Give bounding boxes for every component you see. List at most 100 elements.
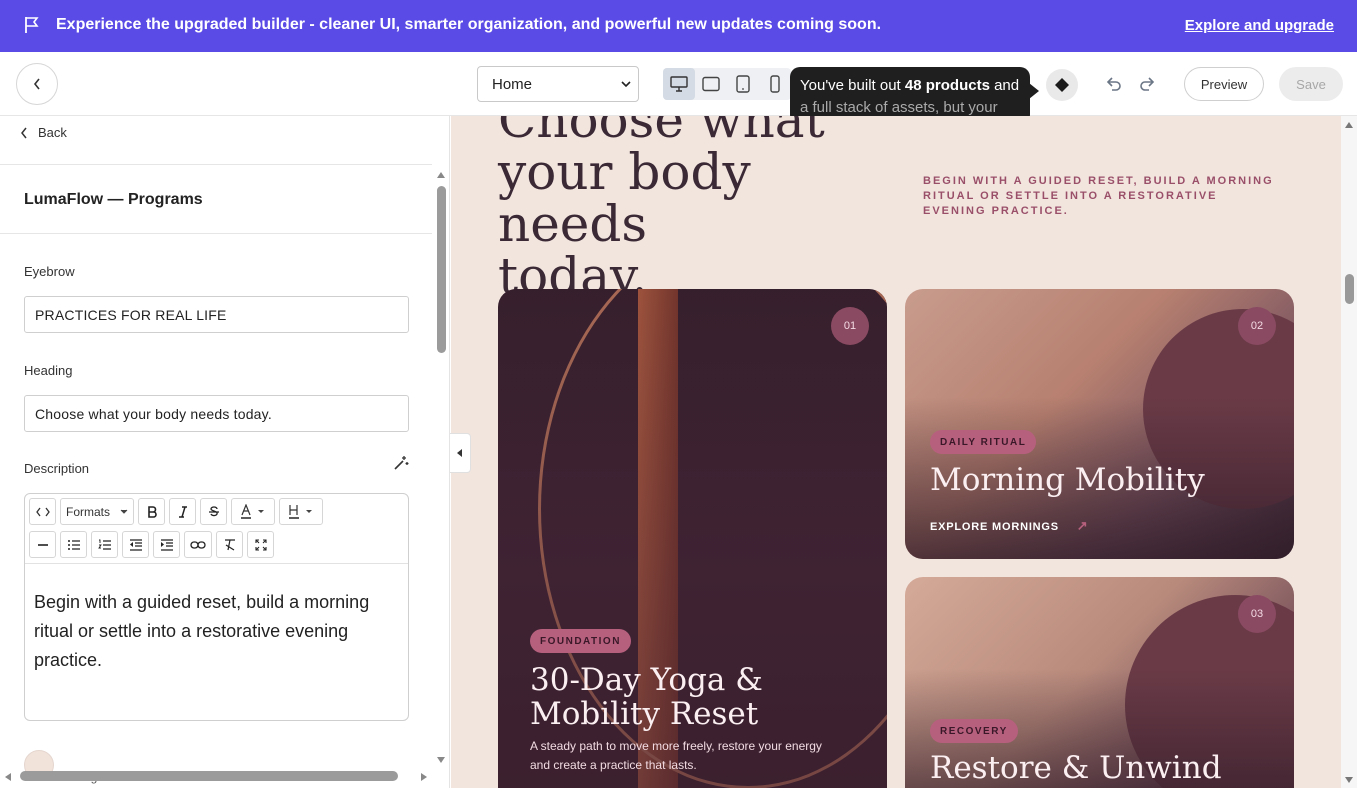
scroll-left-arrow-icon[interactable] xyxy=(4,772,12,782)
caret-left-icon xyxy=(457,449,462,457)
sidebar-scrollbar-thumb[interactable] xyxy=(437,186,446,353)
highlight-icon xyxy=(289,504,312,519)
explore-mornings-link[interactable]: EXPLORE MORNINGS ↗ xyxy=(930,518,1089,534)
card-title: Restore & Unwind xyxy=(930,750,1222,786)
diamond-icon xyxy=(1055,78,1069,92)
preview-canvas: Choose what your body needs today. BEGIN… xyxy=(451,116,1341,788)
upgrade-banner: Experience the upgraded builder - cleane… xyxy=(0,0,1357,52)
card-title-line: 30-Day Yoga & xyxy=(530,662,763,698)
card-title-line: Mobility Reset xyxy=(530,696,759,732)
editor-toolbar-row: Formats xyxy=(29,498,323,525)
expand-icon xyxy=(254,538,267,551)
formats-label: Formats xyxy=(66,504,111,519)
bullet-list-icon xyxy=(67,539,80,550)
description-label: Description xyxy=(24,461,90,476)
preview-button[interactable]: Preview xyxy=(1184,67,1264,101)
link-button[interactable] xyxy=(184,531,212,558)
panel-title: LumaFlow — Programs xyxy=(24,191,203,208)
indent-button[interactable] xyxy=(153,531,180,558)
explore-upgrade-link[interactable]: Explore and upgrade xyxy=(1185,17,1334,34)
editor-toolbar: Home You've built out 48 products and a … xyxy=(0,52,1357,125)
sidebar-horizontal-scrollbar[interactable] xyxy=(20,771,398,781)
italic-button[interactable] xyxy=(169,498,196,525)
tooltip-line1-pre: You've built out xyxy=(800,77,905,94)
scroll-up-arrow-icon[interactable] xyxy=(436,171,446,179)
strikethrough-button[interactable] xyxy=(200,498,227,525)
heading-line: Choose what xyxy=(498,116,825,149)
chevron-left-icon xyxy=(33,78,40,90)
settings-sidebar: Back LumaFlow — Programs Eyebrow PRACTIC… xyxy=(0,116,450,788)
program-card-foundation[interactable]: 01 FOUNDATION 30-Day Yoga & Mobility Res… xyxy=(498,289,887,788)
tablet-landscape-icon xyxy=(702,76,720,92)
divider xyxy=(25,563,408,564)
device-switcher xyxy=(663,68,791,100)
scroll-up-arrow-icon[interactable] xyxy=(1344,121,1354,129)
outdent-icon xyxy=(129,538,142,551)
horizontal-rule-button[interactable] xyxy=(29,531,56,558)
outdent-button[interactable] xyxy=(122,531,149,558)
laptop-view-button[interactable] xyxy=(695,68,727,100)
magic-wand-icon[interactable] xyxy=(392,454,410,472)
card-number-badge: 02 xyxy=(1238,307,1276,345)
section-description[interactable]: BEGIN WITH A GUIDED RESET, BUILD A MORNI… xyxy=(923,174,1283,219)
canvas-scrollbar-thumb[interactable] xyxy=(1345,274,1354,304)
back-button[interactable] xyxy=(16,63,58,105)
page-select[interactable]: Home xyxy=(477,66,639,102)
collapse-sidebar-button[interactable] xyxy=(450,433,471,473)
sidebar-back-link[interactable]: Back xyxy=(20,125,67,140)
text-color-button[interactable] xyxy=(231,498,275,525)
scroll-down-arrow-icon[interactable] xyxy=(436,756,446,764)
program-card-morning[interactable]: 02 DAILY RITUAL Morning Mobility EXPLORE… xyxy=(905,289,1294,559)
save-button[interactable]: Save xyxy=(1279,67,1343,101)
bold-button[interactable] xyxy=(138,498,165,525)
fullscreen-button[interactable] xyxy=(247,531,274,558)
ai-assistant-button[interactable] xyxy=(1046,69,1078,101)
scroll-right-arrow-icon[interactable] xyxy=(420,772,428,782)
tablet-view-button[interactable] xyxy=(727,68,759,100)
sidebar-back-label: Back xyxy=(38,125,67,140)
italic-icon xyxy=(178,505,187,518)
card-tag: DAILY RITUAL xyxy=(930,430,1037,454)
card-title: Morning Mobility xyxy=(930,462,1205,498)
tooltip-line1-post: and xyxy=(989,77,1020,94)
clear-format-button[interactable] xyxy=(216,531,243,558)
heading-label: Heading xyxy=(24,363,73,378)
tooltip-line1-bold: 48 products xyxy=(904,77,990,94)
page-select-value: Home xyxy=(492,75,533,93)
undo-icon[interactable] xyxy=(1104,74,1124,94)
numbered-list-button[interactable] xyxy=(91,531,118,558)
indent-icon xyxy=(160,538,173,551)
formats-dropdown[interactable]: Formats xyxy=(60,498,134,525)
tooltip-caret xyxy=(1029,83,1039,99)
mobile-view-button[interactable] xyxy=(759,68,791,100)
heading-field[interactable]: Choose what your body needs today. xyxy=(24,395,409,432)
link-icon xyxy=(190,540,206,549)
eyebrow-field[interactable]: PRACTICES FOR REAL LIFE xyxy=(24,296,409,333)
section-heading[interactable]: Choose what your body needs today. xyxy=(498,116,898,302)
code-icon xyxy=(35,507,50,516)
code-view-button[interactable] xyxy=(29,498,56,525)
rich-text-editor: Formats Begin with a guided reset, build… xyxy=(24,493,409,721)
desktop-view-button[interactable] xyxy=(663,68,695,100)
program-card-recovery[interactable]: 03 RECOVERY Restore & Unwind xyxy=(905,577,1294,788)
description-editor-text[interactable]: Begin with a guided reset, build a morni… xyxy=(34,588,402,675)
clear-format-icon xyxy=(224,538,235,551)
caret-down-icon xyxy=(120,509,128,514)
editor-toolbar-row xyxy=(29,531,274,558)
strikethrough-icon xyxy=(208,505,219,516)
highlight-button[interactable] xyxy=(279,498,323,525)
card-tag: RECOVERY xyxy=(930,719,1018,743)
desktop-icon xyxy=(670,76,688,92)
canvas-scrollbar[interactable] xyxy=(1341,116,1357,788)
scroll-down-arrow-icon[interactable] xyxy=(1344,776,1354,784)
card-number-badge: 01 xyxy=(831,307,869,345)
eyebrow-label: Eyebrow xyxy=(24,264,75,279)
chevron-down-icon xyxy=(621,81,631,88)
divider xyxy=(0,164,432,165)
mobile-icon xyxy=(770,75,780,93)
bullet-list-button[interactable] xyxy=(60,531,87,558)
card-subtitle: A steady path to move more freely, resto… xyxy=(530,739,822,772)
card-title: 30-Day Yoga & Mobility Reset xyxy=(530,663,763,731)
redo-icon[interactable] xyxy=(1137,74,1157,94)
flag-icon xyxy=(25,17,39,33)
